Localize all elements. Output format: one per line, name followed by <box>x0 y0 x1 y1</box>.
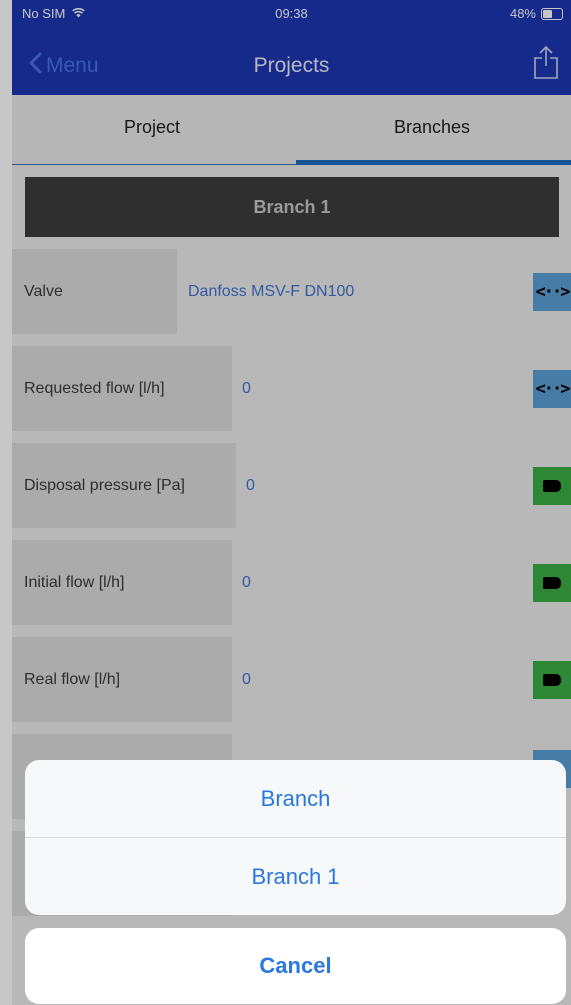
action-option-branch-1[interactable]: Branch 1 <box>25 838 566 915</box>
cancel-button[interactable]: Cancel <box>25 928 566 1004</box>
action-option-branch[interactable]: Branch <box>25 760 566 837</box>
action-sheet: Branch Branch 1 <box>25 760 566 915</box>
